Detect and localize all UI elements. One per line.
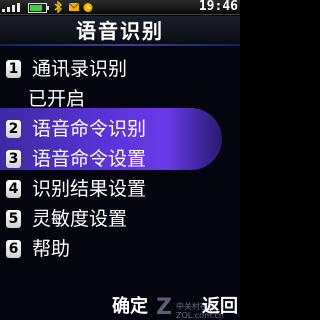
menu-item-voice-command-settings[interactable]: 3 语音命令设置 — [4, 146, 222, 172]
item-number-badge: 2 — [6, 120, 21, 138]
menu-item-status: 已开启 — [28, 88, 86, 110]
menu-item-result-settings[interactable]: 4 识别结果设置 — [4, 176, 222, 202]
item-number-badge: 1 — [6, 60, 21, 78]
item-number-badge: 5 — [6, 210, 21, 228]
clock: 19:46 — [198, 0, 238, 14]
signal-icon — [2, 2, 24, 12]
back-softkey[interactable]: 返回 — [202, 296, 238, 318]
menu-item-label: 帮助 — [32, 238, 71, 260]
alarm-icon — [83, 3, 93, 12]
status-bar: 19:46 — [0, 0, 240, 15]
menu-item-sensitivity-settings[interactable]: 5 灵敏度设置 — [4, 206, 222, 232]
menu-item-label: 语音命令识别 — [32, 118, 147, 140]
battery-icon — [28, 3, 49, 13]
bluetooth-icon — [54, 1, 63, 13]
phone-screen: 19:46 语音识别 1 通讯录识别 已开启 2 语音命令识别 3 语音命令设置… — [0, 0, 240, 320]
menu-item-voice-command-recognition[interactable]: 2 语音命令识别 — [4, 116, 222, 142]
item-number-badge: 4 — [6, 180, 21, 198]
confirm-softkey[interactable]: 确定 — [112, 296, 148, 318]
item-number-badge: 6 — [6, 240, 21, 258]
item-number-badge: 3 — [6, 150, 21, 168]
softkey-bar: 确定 Z 中关村在线 ZOL.com.cn 返回 — [0, 294, 240, 320]
page-title: 语音识别 — [0, 16, 240, 46]
menu-item-label: 识别结果设置 — [32, 178, 147, 200]
menu-item-help[interactable]: 6 帮助 — [4, 236, 222, 262]
menu-item-contact-recognition[interactable]: 1 通讯录识别 — [4, 56, 222, 82]
menu-item-label: 通讯录识别 — [32, 58, 128, 80]
message-icon — [68, 2, 80, 11]
menu-item-label: 灵敏度设置 — [32, 208, 128, 230]
menu-item-label: 语音命令设置 — [32, 148, 147, 170]
